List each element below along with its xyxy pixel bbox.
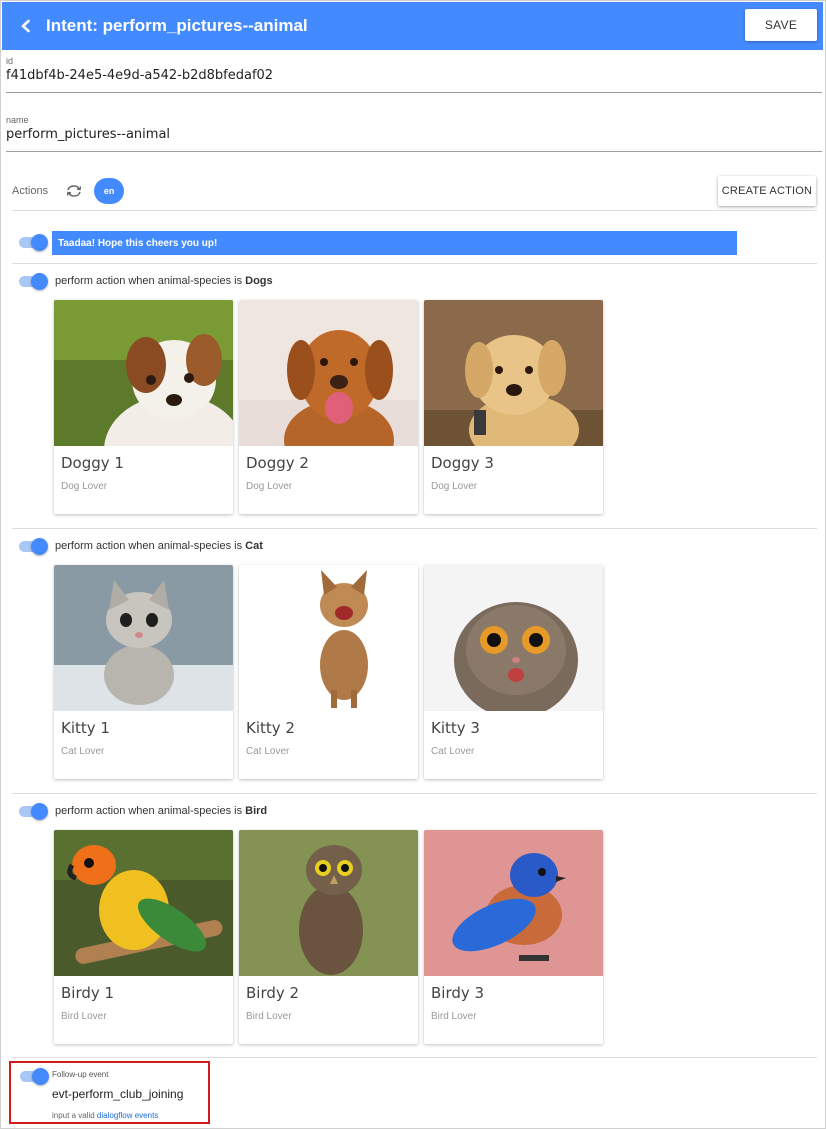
cat-image	[239, 565, 418, 711]
name-field-label: name	[6, 115, 29, 125]
create-action-button[interactable]: CREATE ACTION	[718, 176, 816, 206]
card-title: Birdy 3	[431, 984, 485, 1002]
card-subtitle: Cat Lover	[246, 746, 290, 757]
cat-action-toggle[interactable]	[19, 538, 49, 555]
language-chip[interactable]: en	[94, 178, 125, 204]
page-title: Intent: perform_pictures--animal	[46, 16, 308, 35]
card-title: Birdy 1	[61, 984, 115, 1002]
card-subtitle: Dog Lover	[61, 481, 108, 492]
actions-label: Actions	[12, 185, 49, 197]
id-field[interactable]: id f41dbf4b-24e5-4e9d-a542-b2d8bfedaf02	[6, 56, 822, 93]
card-doggy-3[interactable]: Doggy 3 Dog Lover	[424, 300, 603, 514]
id-field-label: id	[6, 56, 14, 66]
card-subtitle: Dog Lover	[246, 481, 293, 492]
followup-label: Follow-up event	[52, 1070, 109, 1079]
cat-image	[54, 565, 233, 711]
card-subtitle: Cat Lover	[61, 746, 105, 757]
followup-event-section: Follow-up event evt-perform_club_joining…	[9, 1061, 210, 1124]
text-action-toggle[interactable]	[19, 234, 49, 251]
card-subtitle: Bird Lover	[246, 1011, 292, 1022]
dog-image	[54, 300, 233, 446]
followup-hint: input a valid dialogflow events	[52, 1111, 159, 1120]
followup-toggle[interactable]	[20, 1068, 50, 1085]
card-kitty-1[interactable]: Kitty 1 Cat Lover	[54, 565, 233, 779]
card-title: Kitty 3	[431, 719, 480, 737]
chevron-left-icon	[21, 19, 30, 33]
card-birdy-3[interactable]: Birdy 3 Bird Lover	[424, 830, 603, 1044]
back-button[interactable]	[6, 2, 46, 50]
bird-action-toggle[interactable]	[19, 803, 49, 820]
bird-image	[424, 830, 603, 976]
card-doggy-1[interactable]: Doggy 1 Dog Lover	[54, 300, 233, 514]
save-button[interactable]: SAVE	[745, 9, 817, 41]
card-birdy-2[interactable]: Birdy 2 Bird Lover	[239, 830, 418, 1044]
divider	[12, 1057, 817, 1058]
cat-image	[424, 565, 603, 711]
card-birdy-1[interactable]: Birdy 1 Bird Lover	[54, 830, 233, 1044]
name-field-value[interactable]: perform_pictures--animal	[6, 127, 822, 142]
sync-icon[interactable]	[64, 181, 84, 201]
card-title: Birdy 2	[246, 984, 300, 1002]
id-field-value[interactable]: f41dbf4b-24e5-4e9d-a542-b2d8bfedaf02	[6, 68, 822, 83]
card-title: Doggy 2	[246, 454, 309, 472]
name-field[interactable]: name perform_pictures--animal	[6, 115, 822, 152]
card-subtitle: Bird Lover	[61, 1011, 107, 1022]
dialogflow-events-link[interactable]: dialogflow events	[97, 1111, 158, 1120]
dog-image	[424, 300, 603, 446]
card-title: Kitty 2	[246, 719, 295, 737]
divider	[12, 263, 817, 264]
card-subtitle: Dog Lover	[431, 481, 478, 492]
bird-condition-label: perform action when animal-species is Bi…	[55, 805, 268, 817]
card-kitty-3[interactable]: Kitty 3 Cat Lover	[424, 565, 603, 779]
divider	[12, 210, 817, 211]
divider	[12, 528, 817, 529]
app-bar: Intent: perform_pictures--animal SAVE	[2, 2, 823, 50]
card-doggy-2[interactable]: Doggy 2 Dog Lover	[239, 300, 418, 514]
divider	[12, 793, 817, 794]
bird-image	[239, 830, 418, 976]
dogs-action-toggle[interactable]	[19, 273, 49, 290]
dog-image	[239, 300, 418, 446]
cat-condition-label: perform action when animal-species is Ca…	[55, 540, 263, 552]
card-title: Doggy 1	[61, 454, 124, 472]
actions-toolbar: Actions en CREATE ACTION	[12, 176, 818, 206]
bird-image	[54, 830, 233, 976]
card-kitty-2[interactable]: Kitty 2 Cat Lover	[239, 565, 418, 779]
followup-event-input[interactable]: evt-perform_club_joining	[52, 1087, 183, 1101]
card-title: Kitty 1	[61, 719, 110, 737]
dogs-condition-label: perform action when animal-species is Do…	[55, 275, 273, 287]
card-subtitle: Bird Lover	[431, 1011, 477, 1022]
card-subtitle: Cat Lover	[431, 746, 475, 757]
text-response[interactable]: Taadaa! Hope this cheers you up!	[52, 231, 737, 255]
card-title: Doggy 3	[431, 454, 494, 472]
